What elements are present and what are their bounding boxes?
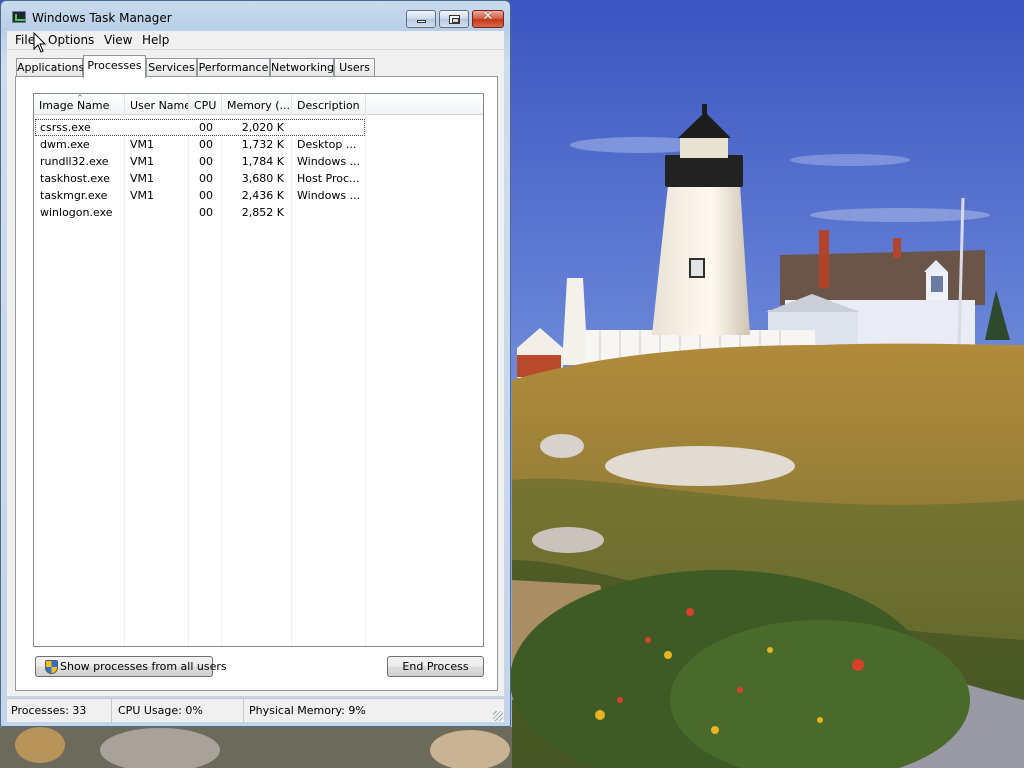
cell-cpu: 00 [199, 155, 213, 168]
client-area: Applications Processes Services Performa… [7, 50, 504, 696]
process-row-taskmgr[interactable]: taskmgr.exe VM1 00 2,436 K Windows ... [34, 187, 483, 204]
tab-services[interactable]: Services [146, 58, 197, 77]
menu-view[interactable]: View [104, 33, 132, 47]
uac-shield-icon [45, 660, 58, 674]
process-list[interactable]: ^ Image Name User Name CPU Memory (... D… [33, 93, 484, 647]
column-description[interactable]: Description [292, 94, 366, 115]
title-bar[interactable]: Windows Task Manager ✕ [1, 1, 510, 31]
cell-cpu: 00 [199, 206, 213, 219]
close-icon: ✕ [482, 9, 494, 24]
task-manager-window: Windows Task Manager ✕ File Options View… [0, 0, 511, 727]
resize-grip[interactable] [493, 711, 503, 721]
column-description-label: Description [297, 99, 360, 112]
cell-cpu: 00 [199, 121, 213, 134]
cell-image-name: rundll32.exe [40, 155, 109, 168]
column-user-name[interactable]: User Name [125, 94, 189, 115]
column-user-name-label: User Name [130, 99, 189, 112]
cell-user-name: VM1 [130, 189, 155, 202]
cell-cpu: 00 [199, 189, 213, 202]
cell-user-name: VM1 [130, 155, 155, 168]
processes-panel: ^ Image Name User Name CPU Memory (... D… [15, 76, 498, 691]
status-cpu-usage: CPU Usage: 0% [114, 699, 244, 723]
process-row-csrss[interactable]: csrss.exe 00 2,020 K [34, 119, 483, 136]
cell-description: Desktop ... [297, 138, 357, 151]
cell-image-name: taskhost.exe [40, 172, 110, 185]
minimize-button[interactable] [406, 10, 436, 28]
column-cpu[interactable]: CPU [189, 94, 222, 115]
cell-memory: 3,680 K [241, 172, 284, 185]
cell-memory: 1,784 K [241, 155, 284, 168]
end-process-button[interactable]: End Process [387, 656, 484, 677]
process-row-taskhost[interactable]: taskhost.exe VM1 00 3,680 K Host Proc... [34, 170, 483, 187]
status-physical-memory: Physical Memory: 9% [249, 704, 366, 717]
process-row-dwm[interactable]: dwm.exe VM1 00 1,732 K Desktop ... [34, 136, 483, 153]
menu-help[interactable]: Help [142, 33, 169, 47]
column-memory-label: Memory (... [227, 99, 291, 112]
tab-users[interactable]: Users [334, 58, 375, 77]
restore-icon [449, 15, 460, 24]
process-row-rundll32[interactable]: rundll32.exe VM1 00 1,784 K Windows ... [34, 153, 483, 170]
cell-memory: 2,852 K [241, 206, 284, 219]
cell-description: Windows ... [297, 189, 361, 202]
list-header: ^ Image Name User Name CPU Memory (... D… [34, 94, 483, 115]
status-processes: Processes: 33 [7, 699, 112, 723]
cell-image-name: dwm.exe [40, 138, 90, 151]
status-bar: Processes: 33 CPU Usage: 0% Physical Mem… [7, 698, 504, 723]
column-memory[interactable]: Memory (... [222, 94, 292, 115]
cell-image-name: winlogon.exe [40, 206, 113, 219]
cell-user-name: VM1 [130, 138, 155, 151]
show-all-processes-label: Show processes from all users [60, 660, 227, 673]
cell-memory: 2,436 K [241, 189, 284, 202]
cell-cpu: 00 [199, 138, 213, 151]
cell-description: Windows ... [297, 155, 361, 168]
process-row-winlogon[interactable]: winlogon.exe 00 2,852 K [34, 204, 483, 221]
menu-options[interactable]: Options [48, 33, 94, 47]
menu-bar: File Options View Help [7, 31, 504, 50]
cell-image-name: csrss.exe [40, 121, 91, 134]
cell-cpu: 00 [199, 172, 213, 185]
show-all-processes-button[interactable]: Show processes from all users [35, 656, 227, 677]
cell-memory: 1,732 K [241, 138, 284, 151]
sort-ascending-icon: ^ [77, 94, 83, 102]
tab-networking[interactable]: Networking [270, 58, 334, 77]
tab-processes[interactable]: Processes [83, 55, 146, 78]
column-image-name-label: Image Name [39, 99, 110, 112]
cell-memory: 2,020 K [241, 121, 284, 134]
tab-performance[interactable]: Performance [197, 58, 270, 77]
column-cpu-label: CPU [194, 99, 217, 112]
task-manager-icon [12, 11, 26, 23]
cell-description: Host Proc... [297, 172, 360, 185]
window-title: Windows Task Manager [32, 11, 172, 25]
mouse-cursor-icon [33, 32, 47, 53]
maximize-button[interactable] [439, 10, 469, 28]
tab-applications[interactable]: Applications [16, 58, 84, 77]
close-button[interactable]: ✕ [472, 9, 504, 28]
minimize-icon [417, 20, 426, 23]
column-image-name[interactable]: ^ Image Name [34, 94, 125, 115]
cell-user-name: VM1 [130, 172, 155, 185]
cell-image-name: taskmgr.exe [40, 189, 108, 202]
